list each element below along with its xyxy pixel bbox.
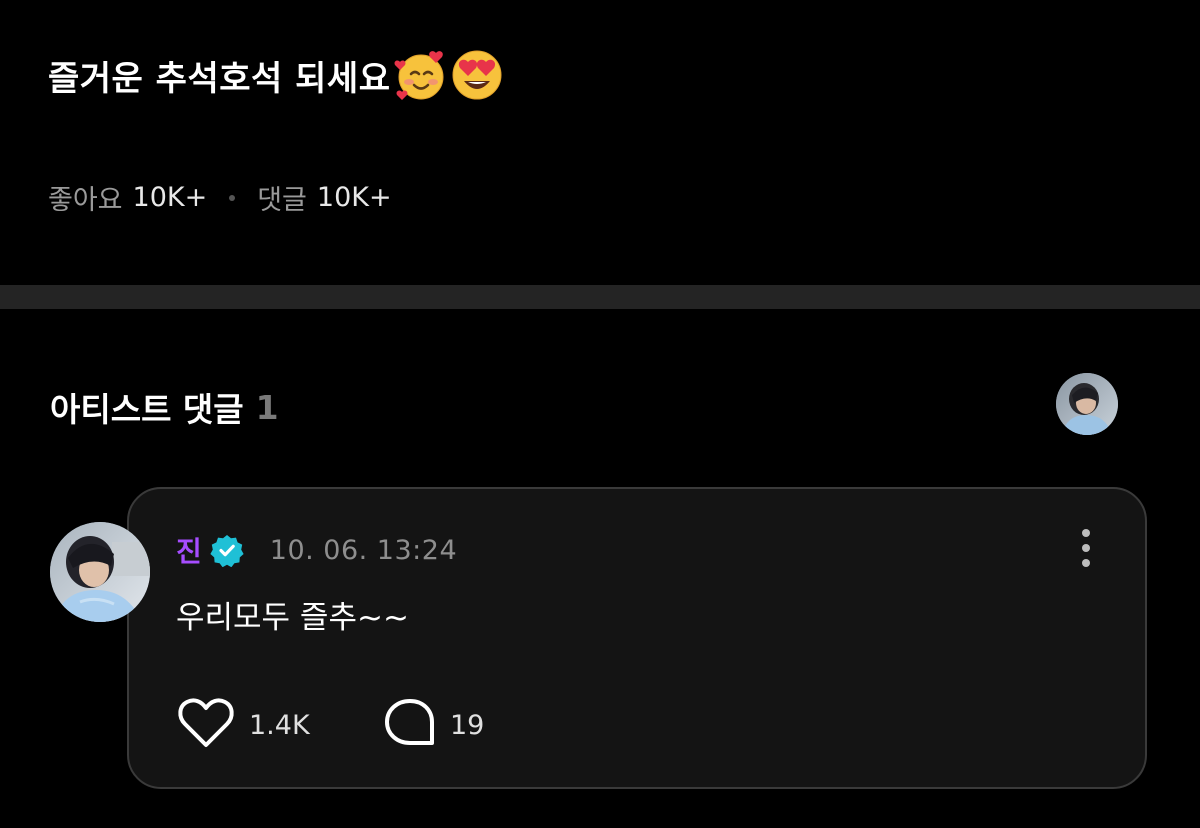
artist-comments-title: 아티스트 댓글: [50, 390, 244, 429]
heart-eyes-emoji-icon: [450, 48, 504, 102]
comment-author-name[interactable]: 진: [176, 530, 202, 570]
artist-avatar-small[interactable]: [1056, 373, 1118, 435]
comment-timestamp: 10. 06. 13:24: [269, 534, 458, 566]
verified-badge-icon: [210, 533, 244, 568]
comments-count: 10K+: [316, 182, 392, 213]
more-dot: [1082, 544, 1090, 552]
reply-count: 19: [450, 709, 485, 741]
comment-body: 우리모두 즐추~~: [176, 600, 409, 636]
post-stats: 좋아요 10K+ 댓글 10K+: [48, 178, 392, 217]
artist-comments-header: 아티스트 댓글 1: [50, 383, 279, 431]
more-vertical-icon[interactable]: [1072, 527, 1100, 569]
more-dot: [1082, 529, 1090, 537]
like-count: 1.4K: [249, 709, 310, 741]
artist-comments-count: 1: [255, 387, 279, 427]
likes-label: 좋아요: [48, 185, 123, 216]
heart-outline-icon: [177, 697, 235, 753]
like-button[interactable]: 1.4K: [177, 697, 310, 753]
stats-separator: [229, 194, 236, 201]
likes-count: 10K+: [132, 182, 208, 213]
reply-button[interactable]: 19: [384, 697, 484, 753]
post-text-row: 즐거운 추석호석 되세요: [48, 48, 504, 102]
smiling-face-with-hearts-emoji-icon: [394, 48, 448, 102]
post-detail-page: 즐거운 추석호석 되세요 좋아요 10K+ 댓글 10K+ 아티스트 댓글 1 …: [0, 0, 1200, 828]
comments-label: 댓글: [257, 185, 307, 216]
speech-bubble-icon: [384, 697, 436, 753]
section-divider: [0, 285, 1200, 309]
post-text: 즐거운 추석호석 되세요: [48, 58, 391, 99]
comment-author-avatar[interactable]: [50, 522, 150, 622]
comment-header: 진 10. 06. 13:24: [176, 530, 457, 570]
more-dot: [1082, 559, 1090, 567]
